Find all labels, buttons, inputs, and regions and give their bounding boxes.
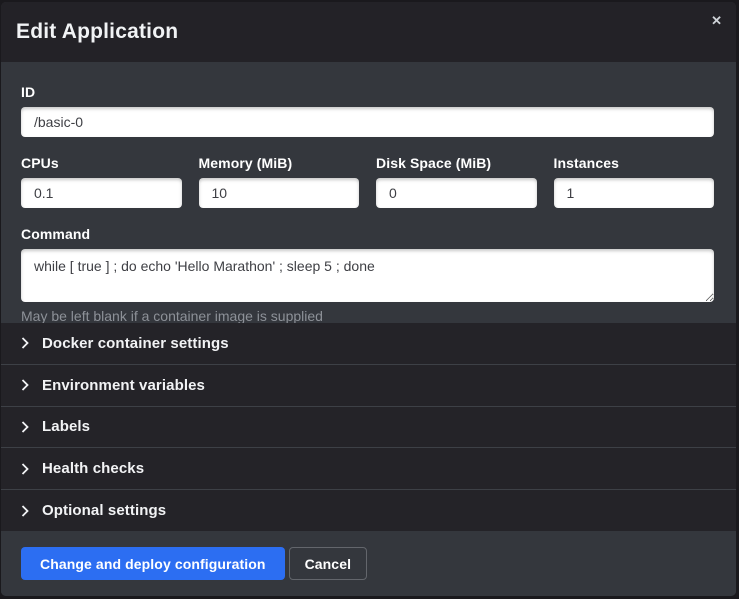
cpus-field-group: CPUs: [21, 155, 182, 208]
instances-label: Instances: [554, 155, 715, 171]
modal-body-form: ID CPUs Memory (MiB) Disk Space (MiB) In: [1, 62, 736, 323]
edit-application-dialog: Edit Application ✕ ID CPUs Memory (MiB) …: [1, 2, 736, 596]
disk-field-group: Disk Space (MiB): [376, 155, 537, 208]
section-label: Environment variables: [42, 377, 205, 394]
id-field-group: ID: [21, 84, 714, 137]
modal-footer: Change and deploy configuration Cancel: [1, 531, 736, 596]
memory-field-group: Memory (MiB): [199, 155, 360, 208]
section-label: Labels: [42, 418, 90, 435]
close-icon[interactable]: ✕: [711, 14, 722, 27]
disk-label: Disk Space (MiB): [376, 155, 537, 171]
chevron-right-icon: [21, 337, 29, 349]
cancel-button[interactable]: Cancel: [289, 547, 368, 580]
section-labels[interactable]: Labels: [1, 406, 736, 448]
memory-label: Memory (MiB): [199, 155, 360, 171]
chevron-right-icon: [21, 463, 29, 475]
section-environment-variables[interactable]: Environment variables: [1, 364, 736, 406]
command-help-text: May be left blank if a container image i…: [21, 308, 714, 323]
cpus-label: CPUs: [21, 155, 182, 171]
section-label: Docker container settings: [42, 335, 229, 352]
edit-application-modal-page: Edit Application ✕ ID CPUs Memory (MiB) …: [0, 0, 739, 599]
disk-input[interactable]: [376, 178, 537, 208]
section-health-checks[interactable]: Health checks: [1, 447, 736, 489]
section-label: Optional settings: [42, 502, 166, 519]
section-label: Health checks: [42, 460, 144, 477]
cpus-input[interactable]: [21, 178, 182, 208]
command-field-group: Command while [ true ] ; do echo 'Hello …: [21, 226, 714, 323]
instances-field-group: Instances: [554, 155, 715, 208]
id-input[interactable]: [21, 107, 714, 137]
modal-title: Edit Application: [16, 20, 178, 44]
accordion-sections: Docker container settings Environment va…: [1, 323, 736, 531]
chevron-right-icon: [21, 421, 29, 433]
command-label: Command: [21, 226, 714, 242]
command-textarea[interactable]: while [ true ] ; do echo 'Hello Marathon…: [21, 249, 714, 302]
resources-row: CPUs Memory (MiB) Disk Space (MiB) Insta…: [21, 155, 714, 208]
change-and-deploy-button[interactable]: Change and deploy configuration: [21, 547, 285, 580]
section-docker-container-settings[interactable]: Docker container settings: [1, 323, 736, 364]
chevron-right-icon: [21, 505, 29, 517]
id-label: ID: [21, 84, 714, 100]
section-optional-settings[interactable]: Optional settings: [1, 489, 736, 531]
modal-header: Edit Application ✕: [1, 2, 736, 62]
instances-input[interactable]: [554, 178, 715, 208]
chevron-right-icon: [21, 379, 29, 391]
memory-input[interactable]: [199, 178, 360, 208]
